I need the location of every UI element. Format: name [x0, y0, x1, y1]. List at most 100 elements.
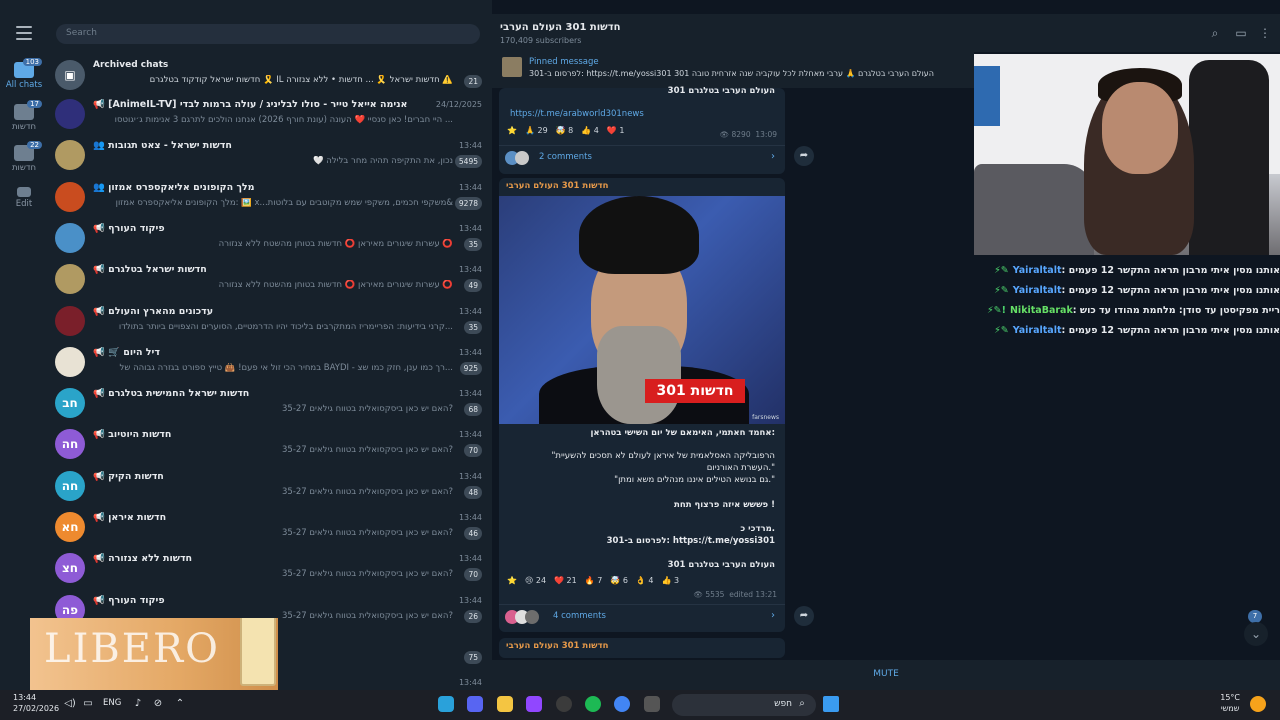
post-photo[interactable]: חדשות 301 farsnews	[499, 196, 785, 424]
chat-row[interactable]: חצ 📢 חדשות ללא צנזורה 13:44 האם יש כאן ביסק…	[48, 551, 492, 592]
app-window-icon[interactable]	[644, 696, 660, 712]
chat-time: 13:44	[458, 306, 482, 316]
folder-news-1[interactable]: 17 חדשות	[0, 100, 48, 138]
share-icon[interactable]: ➦	[794, 146, 814, 166]
menu-icon[interactable]	[16, 26, 32, 40]
microphone-icon[interactable]: ♪	[128, 694, 148, 714]
reaction[interactable]: ❤️ 21	[554, 576, 577, 585]
reactions-bar[interactable]: ⭐ 🙏 29 🤯 8 👍 4 ❤️ 1	[507, 126, 624, 135]
stream-chat-line: ⚡✎ Yairaltalt: אותנו מסין איתי מרבון תראה…	[994, 285, 1280, 303]
volume-icon[interactable]: ◁)	[60, 694, 80, 714]
chat-row[interactable]: 📢 חדשות ישראל בטלגרם 13:44 עשרות שיגורים מ…	[48, 262, 492, 303]
chat-text: : ריית מפקיסטן עד סודן: מלחמת מהודו עד כ…	[1072, 305, 1280, 316]
post-link[interactable]: https://t.me/arabworld301news	[510, 109, 644, 119]
share-icon[interactable]: ➦	[794, 606, 814, 626]
chat-row[interactable]: 📢 עדכונים מהארץ והעולם 13:44 קרני בידיעות:…	[48, 304, 492, 345]
post-text-line: פששש איזה פרצוף תחת !	[674, 500, 775, 510]
sidebar-toggle-icon[interactable]: ▭	[1234, 26, 1248, 40]
unread-badge: 5495	[454, 155, 482, 169]
weather-text: שמשי	[1220, 704, 1240, 713]
chat-time: 13:44	[458, 265, 482, 275]
reaction[interactable]: 🔥 7	[585, 576, 603, 585]
cam-poster	[974, 66, 1000, 126]
channel-header[interactable]: חדשות 301 העולם הערבי 170,409 subscriber…	[492, 14, 1280, 52]
twitch-icon[interactable]	[526, 696, 542, 712]
chevron-right-icon: ›	[771, 151, 775, 162]
unread-badge: 9278	[454, 196, 482, 210]
edited-time: edited 13:21	[729, 590, 777, 599]
search-icon[interactable]: ⌕	[1208, 26, 1222, 40]
chat-time: 13:44	[458, 678, 482, 688]
commenter-avatar	[515, 151, 529, 165]
chat-title: 👥 מלך הקופונים אליאקספרס אמזון	[93, 181, 255, 193]
reaction[interactable]: 🙏 29	[525, 126, 548, 135]
chat-row[interactable]: 👥 חדשות ישראל - צאט תגובות 13:44 🤍 נכון, א…	[48, 138, 492, 179]
chat-title: 📢 עדכונים מהארץ והעולם	[93, 305, 214, 317]
obs-icon[interactable]	[556, 696, 572, 712]
post-text-line[interactable]: לפרסום ב-301: https://t.me/yossi301	[607, 536, 775, 546]
chat-time: 13:44	[458, 595, 482, 605]
chat-row[interactable]: 📢 [AnimeIL-TV] אנימה אייאל טייר - סולו ל…	[48, 97, 492, 138]
chat-row[interactable]: חה 📢 חדשות היוטיוב 13:44 האם יש כאן ביסקסוא…	[48, 427, 492, 468]
chat-row[interactable]: חה 📢 חדשות הקיק 13:44 האם יש כאן ביסקסואלית…	[48, 469, 492, 510]
telegram-icon[interactable]	[438, 696, 454, 712]
cam-bed	[974, 164, 1094, 255]
chat-row[interactable]: חב 📢 חדשות ישראל החמישית בטלגרם 13:44 האם י…	[48, 386, 492, 427]
search-input[interactable]: Search	[56, 24, 480, 44]
pinned-message-bar[interactable]: Pinned message לפרסום ב-301: https://t.m…	[492, 52, 974, 88]
chat-time: 13:44	[458, 554, 482, 564]
unread-badge: 925	[459, 361, 482, 375]
taskbar: 13:44 27/02/2026 ◁) ▭ ENG ♪ ⊘ ⌃ חפש ⌕ 15…	[0, 690, 1280, 720]
reaction[interactable]: ⭐	[507, 576, 517, 585]
perfume-ad-overlay: LIBERO	[30, 618, 278, 690]
chrome-icon[interactable]	[614, 696, 630, 712]
post-text-line: "הרפובליקה האסלאמית של איראן לעולם לא תס…	[551, 451, 775, 461]
comments-link[interactable]: 4 comments ›	[499, 604, 785, 628]
chat-title: 📢 פיקוד העורף	[93, 594, 165, 606]
reaction[interactable]: 😢 24	[525, 576, 546, 585]
chat-time: 13:44	[458, 471, 482, 481]
chat-time: 13:44	[458, 182, 482, 192]
weather-widget[interactable]: 15°C שמשי	[1220, 692, 1240, 714]
camera-off-icon[interactable]: ⊘	[148, 694, 168, 714]
chevron-up-icon[interactable]: ⌃	[170, 694, 190, 714]
clock[interactable]: 13:44 27/02/2026	[13, 692, 59, 714]
chat-row[interactable]: 📢 🛒 דיל היום 13:44 במחיר הכי זול אי פעם! 👜…	[48, 345, 492, 386]
folder-edit[interactable]: Edit	[0, 183, 48, 221]
post-text-line: מרדכי כ.	[740, 524, 775, 534]
reactions-bar[interactable]: ⭐ 😢 24 ❤️ 21 🔥 7 🤯 6 👌 4 👍 3	[507, 576, 679, 585]
reaction[interactable]: 🤯 8	[556, 126, 574, 135]
comments-link[interactable]: 2 comments ›	[499, 145, 785, 169]
reaction[interactable]: ❤️ 1	[607, 126, 625, 135]
folder-rail: 103 All chats 17 חדשות 22 חדשות Edit	[0, 0, 48, 690]
scroll-down-icon[interactable]: ⌄	[1244, 622, 1268, 646]
folder-all-chats[interactable]: 103 All chats	[0, 58, 48, 96]
chat-row[interactable]: 📢 פיקוד העורף 13:44 עשרות שיגורים מאיראן ⭕…	[48, 221, 492, 262]
cam-head	[1102, 82, 1178, 174]
language-indicator[interactable]: ENG	[103, 698, 121, 708]
chat-row[interactable]: חא 📢 חדשות איראן 13:44 האם יש כאן ביסקסואלי…	[48, 510, 492, 551]
chat-row[interactable]: 👥 מלך הקופונים אליאקספרס אמזון 13:44 מלך ה…	[48, 180, 492, 221]
reaction[interactable]: 🤯 6	[610, 576, 628, 585]
archived-chats-row[interactable]: ▣ Archived chats חדשות ישראל קודקוד בטלג…	[48, 56, 492, 92]
network-icon[interactable]: ▭	[78, 694, 98, 714]
badge-icons: ⚡✎	[994, 285, 1009, 296]
file-explorer-icon[interactable]	[497, 696, 513, 712]
mute-button[interactable]: MUTE	[492, 660, 1280, 690]
reaction[interactable]: 👍 3	[662, 576, 680, 585]
more-options-icon[interactable]: ⋮	[1258, 26, 1272, 40]
chat-time: 24/12/2025	[435, 100, 482, 109]
reaction[interactable]: ⭐	[507, 126, 517, 135]
spotify-icon[interactable]	[585, 696, 601, 712]
reaction[interactable]: 👍 4	[581, 126, 599, 135]
chat-nick: Yairaltalt	[1012, 285, 1062, 296]
chat-preview: האם יש כאן ביסקסואלית בטווח גילאים 35-27…	[282, 569, 453, 580]
chat-title: 📢 חדשות היוטיוב	[93, 429, 172, 441]
chat-avatar	[55, 305, 85, 336]
discord-icon[interactable]	[467, 696, 483, 712]
reaction[interactable]: 👌 4	[636, 576, 654, 585]
chat-title: 📢 פיקוד העורף	[93, 222, 165, 234]
chat-avatar	[55, 346, 85, 377]
folder-news-2[interactable]: 22 חדשות	[0, 141, 48, 179]
windows-start-icon[interactable]	[823, 696, 839, 712]
